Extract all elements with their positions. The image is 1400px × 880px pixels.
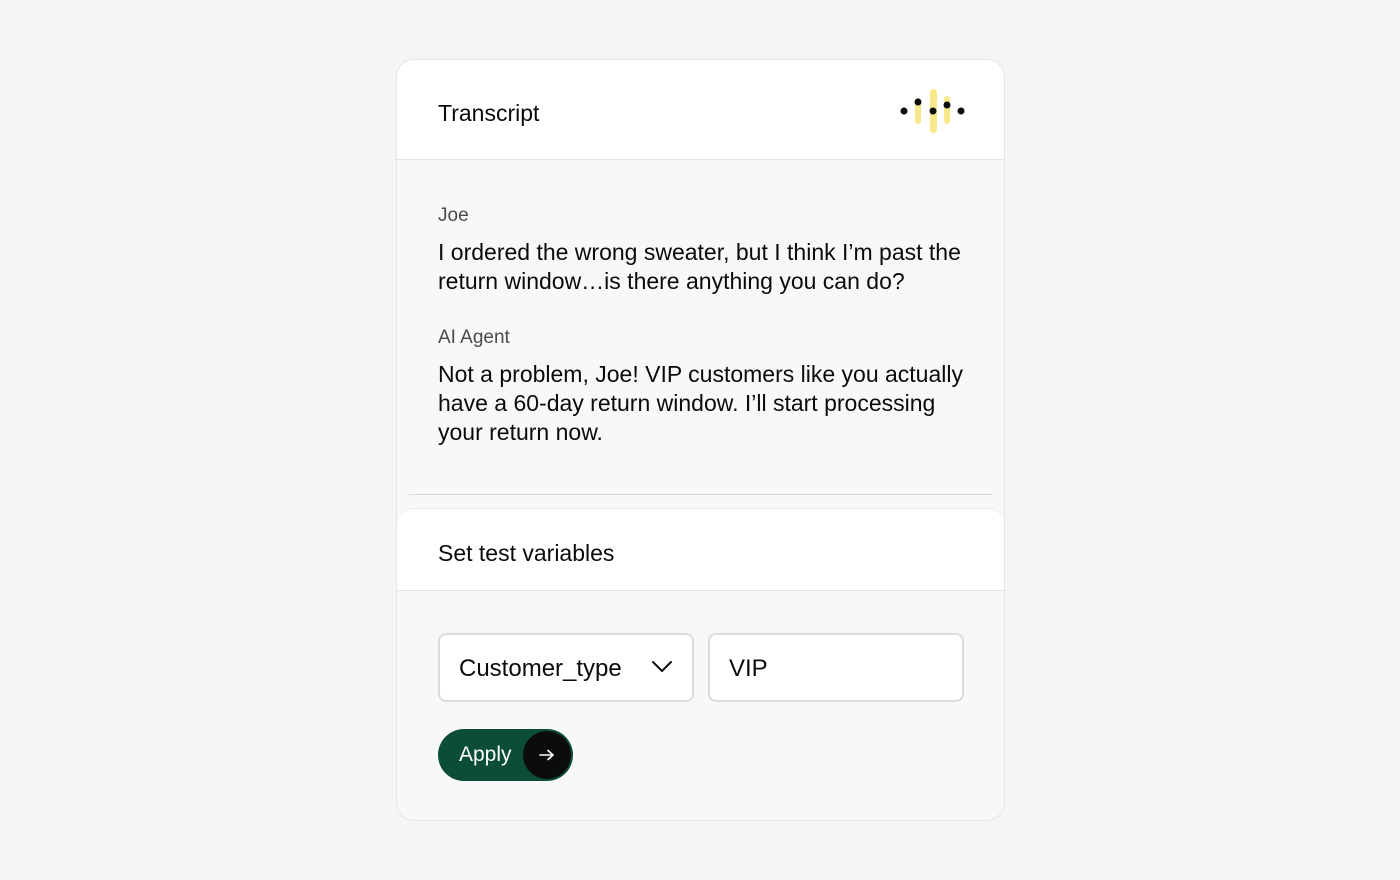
chevron-down-icon [652,661,672,672]
message-text: I ordered the wrong sweater, but I think… [438,239,961,294]
variable-select-value: Customer_type [459,655,622,682]
variable-select[interactable]: Customer_type [438,633,694,702]
speaker-name: AI Agent [438,327,510,348]
arrow-right-circle [523,731,571,779]
apply-button[interactable]: Apply [438,729,573,781]
variable-value-text: VIP [729,655,768,682]
variable-value-input[interactable]: VIP [708,633,964,702]
message-text: Not a problem, Joe! VIP customers like y… [438,361,963,445]
message-joe: Joe I ordered the wrong sweater, but I t… [438,204,978,296]
section-title: Set test variables [438,540,615,566]
test-variables-header: Set test variables [397,508,1004,591]
transcript-card: Transcript Joe I ordered the wrong sweat… [396,59,1005,821]
audio-waveform-icon [900,89,965,133]
card-header: Transcript [397,60,1004,160]
message-ai-agent: AI Agent Not a problem, Joe! VIP custome… [438,326,978,447]
speaker-name: Joe [438,205,469,226]
arrow-right-icon [539,749,554,761]
transcript-messages: Joe I ordered the wrong sweater, but I t… [438,204,978,447]
page-title: Transcript [438,100,540,126]
section-divider [409,494,992,495]
apply-button-label: Apply [459,743,512,766]
